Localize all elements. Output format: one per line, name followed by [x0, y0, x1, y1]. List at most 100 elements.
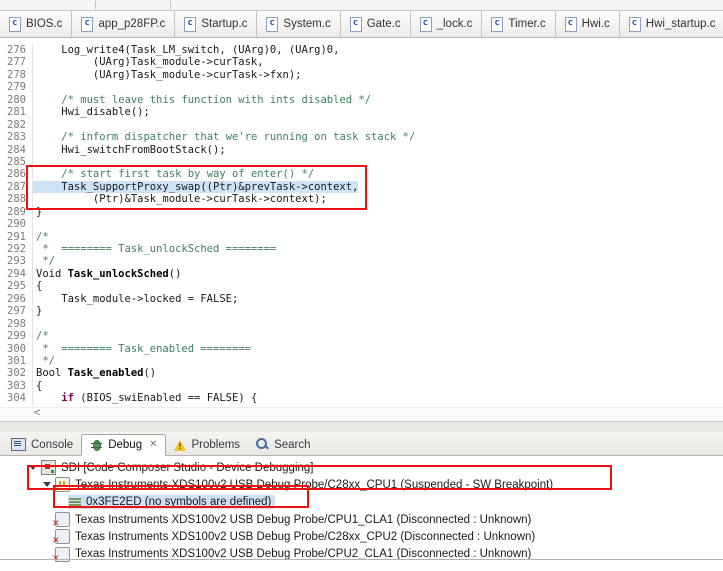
code-line[interactable]: 290 — [0, 218, 723, 231]
expand-arrow-icon[interactable] — [26, 459, 40, 476]
code-line[interactable]: 279 — [0, 81, 723, 94]
c-file-icon — [491, 16, 504, 32]
line-number: 279 — [0, 81, 33, 94]
code-line[interactable]: 300 * ======== Task_enabled ======== — [0, 342, 723, 355]
editor-tab--lock-c[interactable]: _lock.c — [410, 11, 483, 37]
code-text: (UArg)Task_module->curTask, — [36, 56, 264, 69]
line-number: 302 — [0, 367, 33, 380]
stack-frame-icon — [69, 497, 81, 508]
tree-row[interactable]: 0x3FE2ED (no symbols are defined) — [0, 494, 723, 511]
panel-tab-console[interactable]: Console — [3, 435, 81, 455]
code-line[interactable]: 278 (UArg)Task_module->curTask->fxn); — [0, 68, 723, 82]
toolbar-separator — [170, 1, 171, 9]
line-number: 276 — [0, 44, 33, 57]
line-number: 282 — [0, 118, 33, 132]
tree-row[interactable]: Texas Instruments XDS100v2 USB Debug Pro… — [0, 476, 723, 493]
editor-tab-label: BIOS.c — [26, 18, 63, 30]
horizontal-scrollbar[interactable] — [0, 407, 723, 421]
code-line[interactable]: 293 */ — [0, 255, 723, 268]
line-number: 304 — [0, 392, 33, 405]
code-line[interactable]: 301 */ — [0, 354, 723, 368]
editor-tab-bios-c[interactable]: BIOS.c — [0, 11, 73, 37]
editor-tab-hwi-c[interactable]: Hwi.c — [555, 11, 620, 37]
line-number: 284 — [0, 143, 33, 156]
line-number: 291 — [0, 230, 33, 243]
editor-panel-sash[interactable] — [0, 421, 723, 432]
code-line[interactable]: 296 Task_module->locked = FALSE; — [0, 292, 723, 306]
editor-tab-gate-c[interactable]: Gate.c — [340, 11, 411, 37]
line-number: 297 — [0, 305, 33, 318]
tree-row[interactable]: Texas Instruments XDS100v2 USB Debug Pro… — [0, 545, 723, 564]
panel-tab-debug[interactable]: Debug — [81, 434, 167, 456]
scroll-left-arrow-icon[interactable] — [34, 407, 40, 420]
toolbar-separator — [95, 1, 96, 9]
code-text: Void Task_unlockSched() — [36, 267, 182, 280]
editor-tab-app-p28fp-c[interactable]: app_p28FP.c — [72, 11, 176, 37]
tree-item-label: 0x3FE2ED (no symbols are defined) — [86, 496, 272, 509]
line-number: 300 — [0, 342, 33, 355]
code-line[interactable]: 281 Hwi_disable(); — [0, 106, 723, 119]
panel-tab-bar: Console Debug Problems Search — [0, 432, 723, 456]
tree-row[interactable]: SDI [Code Composer Studio - Device Debug… — [0, 459, 723, 476]
code-line[interactable]: 303{ — [0, 379, 723, 393]
code-line[interactable]: 297} — [0, 305, 723, 318]
editor-tab-label: Hwi_startup.c — [645, 18, 716, 30]
code-text: /* must leave this function with ints di… — [61, 93, 372, 106]
code-line[interactable]: 276 Log_write4(Task_LM_switch, (UArg)0, … — [0, 44, 723, 57]
code-editor: 276 Log_write4(Task_LM_switch, (UArg)0, … — [0, 38, 723, 421]
panel-tab-problems[interactable]: Problems — [166, 436, 248, 455]
code-line[interactable]: 294 Void Task_unlockSched() — [0, 267, 723, 281]
code-line[interactable]: 284 Hwi_switchFromBootStack(); — [0, 143, 723, 156]
close-icon[interactable] — [149, 439, 157, 450]
code-line[interactable]: 302 Bool Task_enabled() — [0, 367, 723, 380]
editor-tab-system-c[interactable]: System.c — [257, 11, 341, 37]
code-text: { — [36, 379, 43, 392]
arrow-spacer — [54, 494, 68, 511]
code-line[interactable]: 285 — [0, 155, 723, 169]
line-number: 283 — [0, 131, 33, 144]
code-line[interactable]: 292 * ======== Task_unlockSched ======== — [0, 243, 723, 256]
code-line[interactable]: 280 /* must leave this function with int… — [0, 93, 723, 107]
tree-row[interactable]: Texas Instruments XDS100v2 USB Debug Pro… — [0, 511, 723, 529]
code-line[interactable]: 282 — [0, 118, 723, 132]
code-line[interactable]: 287 Task_SupportProxy_swap((Ptr)&prevTas… — [0, 180, 723, 194]
toolbar-remnant-strip — [0, 0, 723, 11]
code-line[interactable]: 295{ — [0, 280, 723, 293]
line-number: 287 — [0, 180, 33, 194]
code-line[interactable]: 291/* — [0, 230, 723, 243]
code-line[interactable]: 298 — [0, 317, 723, 331]
line-number: 295 — [0, 280, 33, 293]
code-line[interactable]: 299/* — [0, 330, 723, 343]
tree-item-label: Texas Instruments XDS100v2 USB Debug Pro… — [75, 478, 554, 491]
tree-item: SDI [Code Composer Studio - Device Debug… — [40, 459, 318, 476]
code-text: /* — [36, 230, 49, 243]
editor-tab-label: Startup.c — [201, 18, 248, 30]
panel-tab-label: Search — [274, 438, 311, 451]
code-text: (Ptr)&Task_module->curTask->context); — [36, 193, 327, 206]
code-line[interactable]: 304 if (BIOS_swiEnabled == FALSE) { — [0, 392, 723, 405]
editor-tab-label: Hwi.c — [581, 18, 610, 30]
c-file-icon — [349, 16, 362, 32]
expand-arrow-icon[interactable] — [40, 476, 54, 493]
tree-item-label: Texas Instruments XDS100v2 USB Debug Pro… — [75, 513, 532, 526]
editor-tab-label: Timer.c — [508, 18, 546, 30]
c-file-icon — [419, 16, 432, 32]
code-line[interactable]: 288 (Ptr)&Task_module->curTask->context)… — [0, 193, 723, 206]
editor-tab-hwi-startup-c[interactable]: Hwi_startup.c — [619, 11, 723, 37]
tree-item: Texas Instruments XDS100v2 USB Debug Pro… — [54, 476, 557, 493]
line-number: 289 — [0, 205, 33, 219]
tree-row[interactable]: Texas Instruments XDS100v2 USB Debug Pro… — [0, 528, 723, 546]
code-text: /* inform dispatcher that we're running … — [61, 131, 416, 144]
panel-tab-search[interactable]: Search — [248, 435, 318, 455]
code-text: { — [36, 280, 43, 293]
c-file-icon — [266, 16, 279, 32]
code-line[interactable]: 277 (UArg)Task_module->curTask, — [0, 56, 723, 69]
code-line[interactable]: 289} — [0, 205, 723, 219]
editor-tab-startup-c[interactable]: Startup.c — [175, 11, 258, 37]
tree-item: Texas Instruments XDS100v2 USB Debug Pro… — [52, 546, 535, 564]
code-line[interactable]: 283 /* inform dispatcher that we're runn… — [0, 131, 723, 144]
code-line[interactable]: 286 /* start first task by way of enter(… — [0, 168, 723, 181]
editor-tab-timer-c[interactable]: Timer.c — [482, 11, 556, 37]
debug-icon — [90, 438, 103, 451]
c-file-icon — [564, 16, 577, 32]
